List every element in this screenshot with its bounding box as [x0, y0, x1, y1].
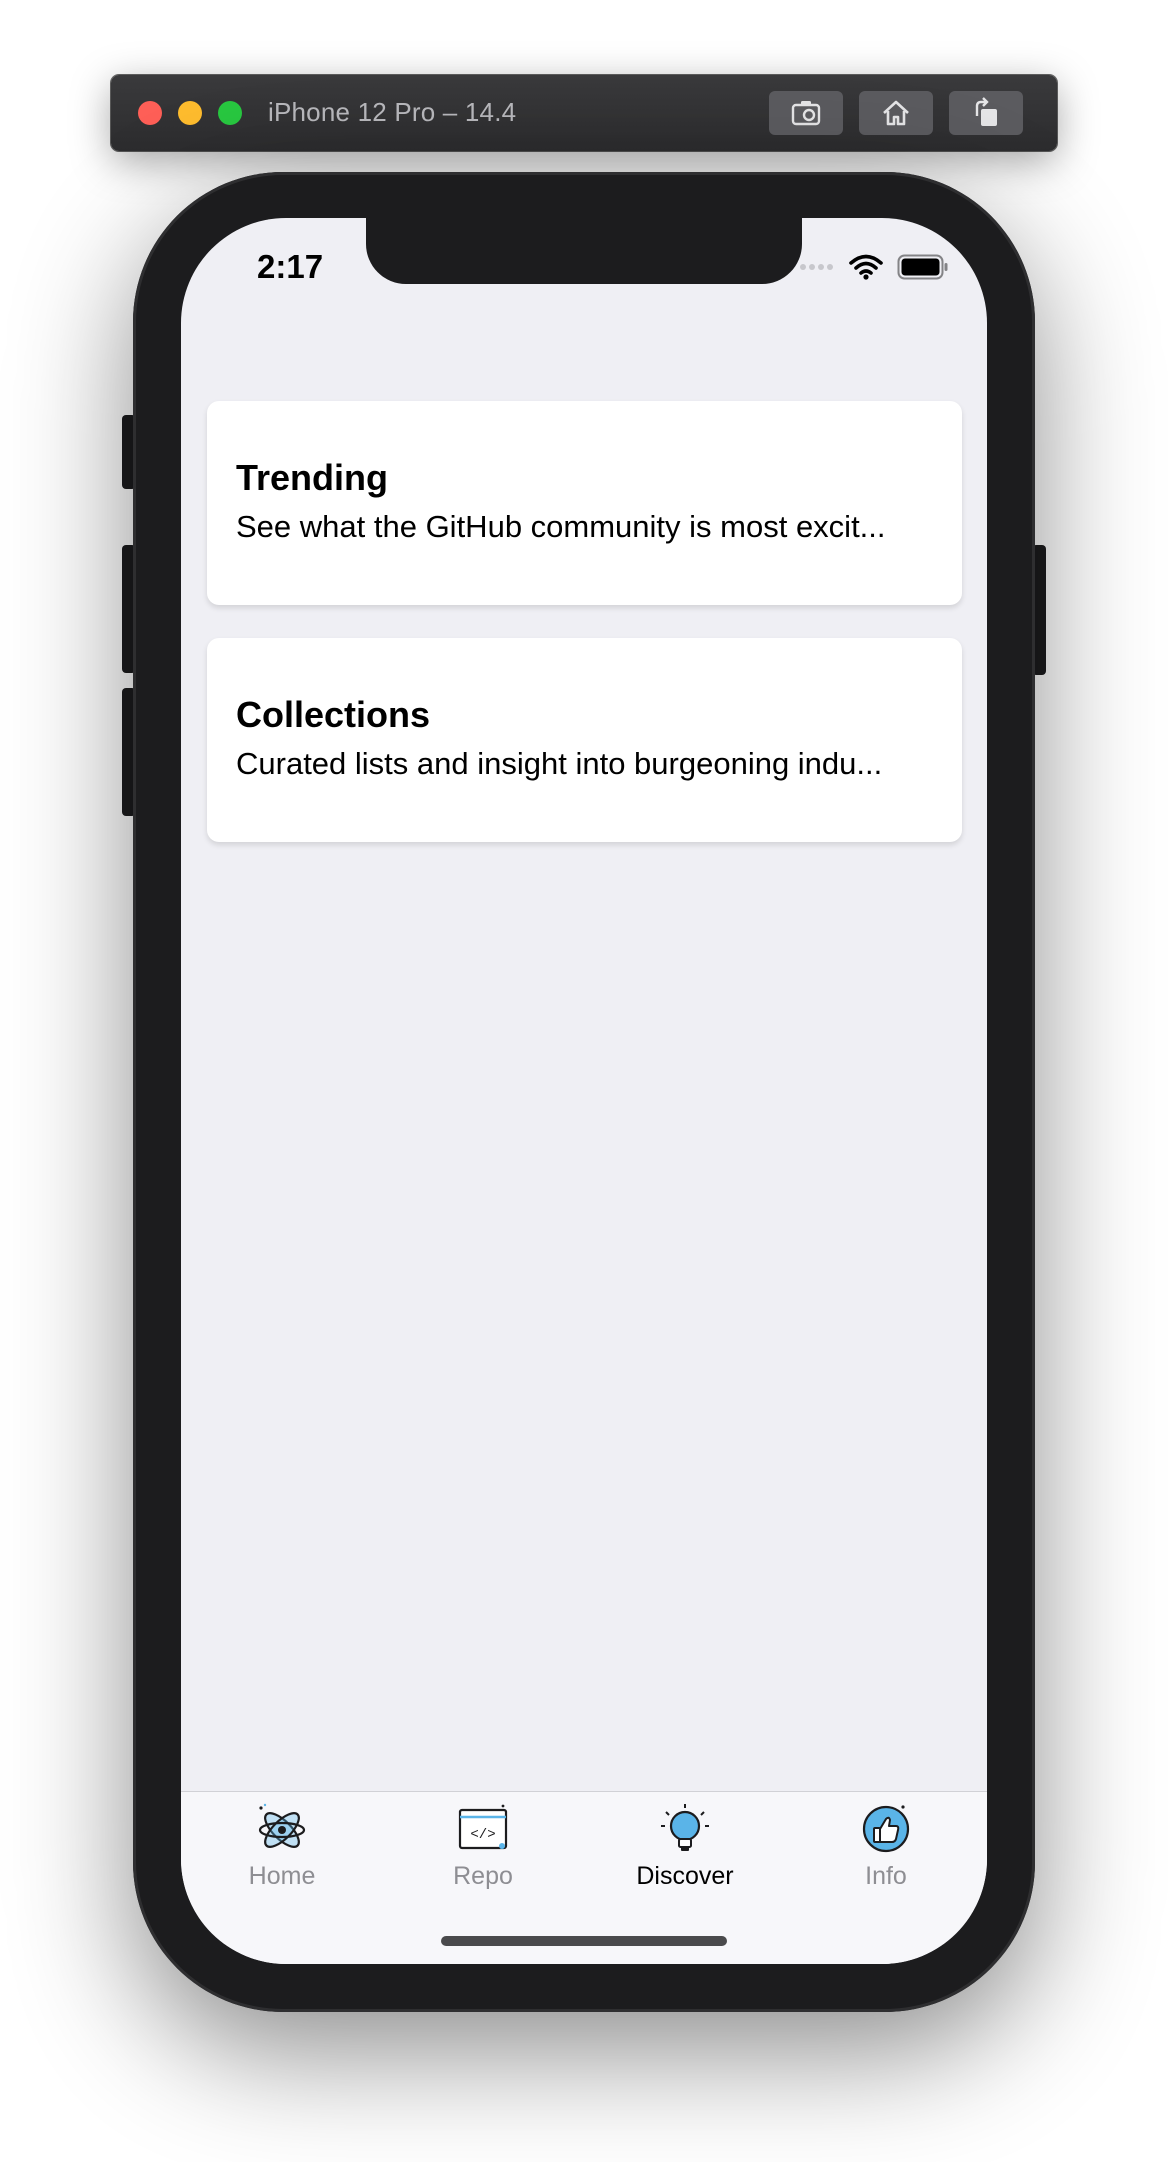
- tab-label: Home: [248, 1862, 316, 1890]
- home-icon: [883, 100, 909, 126]
- collections-card[interactable]: Collections Curated lists and insight in…: [207, 638, 962, 842]
- zoom-window-button[interactable]: [218, 101, 242, 125]
- wifi-icon: [849, 254, 883, 280]
- rotate-icon: [975, 97, 997, 126]
- card-title: Collections: [236, 694, 431, 735]
- tab-home[interactable]: Home: [202, 1802, 362, 1902]
- simulator-title: iPhone 12 Pro – 14.4: [268, 97, 517, 127]
- cellular-signal-icon: [800, 264, 833, 270]
- tab-info[interactable]: Info: [806, 1802, 966, 1902]
- card-subtitle: See what the GitHub community is most ex…: [236, 509, 886, 544]
- status-icons: [799, 254, 949, 280]
- status-time: 2:17: [257, 248, 324, 285]
- simulator-toolbar: iPhone 12 Pro – 14.4: [111, 75, 1057, 151]
- lightbulb-icon: [661, 1804, 709, 1851]
- home-indicator[interactable]: [441, 1936, 727, 1946]
- thumbs-up-icon: [862, 1805, 910, 1853]
- tab-label: Discover: [636, 1862, 734, 1890]
- atom-icon: [258, 1803, 306, 1848]
- screenshot-icon: [791, 101, 821, 126]
- tab-repo[interactable]: </> Repo: [403, 1802, 563, 1902]
- screenshot-button[interactable]: [769, 91, 843, 135]
- phone-screen: 2:17 Trending See what the GitHub commun…: [181, 218, 987, 1964]
- rotate-button[interactable]: [949, 91, 1023, 135]
- home-button[interactable]: [859, 91, 933, 135]
- notch: [366, 218, 802, 284]
- trending-card[interactable]: Trending See what the GitHub community i…: [207, 401, 962, 605]
- card-subtitle: Curated lists and insight into burgeonin…: [236, 746, 883, 781]
- simulator-stage: iPhone 12 Pro – 14.4 2:17 Trending See w…: [0, 0, 1168, 2162]
- close-window-button[interactable]: [138, 101, 162, 125]
- tab-label: Info: [865, 1862, 907, 1890]
- card-title: Trending: [236, 457, 388, 498]
- tab-label: Repo: [453, 1862, 513, 1890]
- tab-discover[interactable]: Discover: [605, 1802, 765, 1902]
- svg-text:</>: </>: [470, 1827, 495, 1843]
- battery-icon: [897, 254, 948, 280]
- minimize-window-button[interactable]: [178, 101, 202, 125]
- code-window-icon: </>: [458, 1804, 508, 1850]
